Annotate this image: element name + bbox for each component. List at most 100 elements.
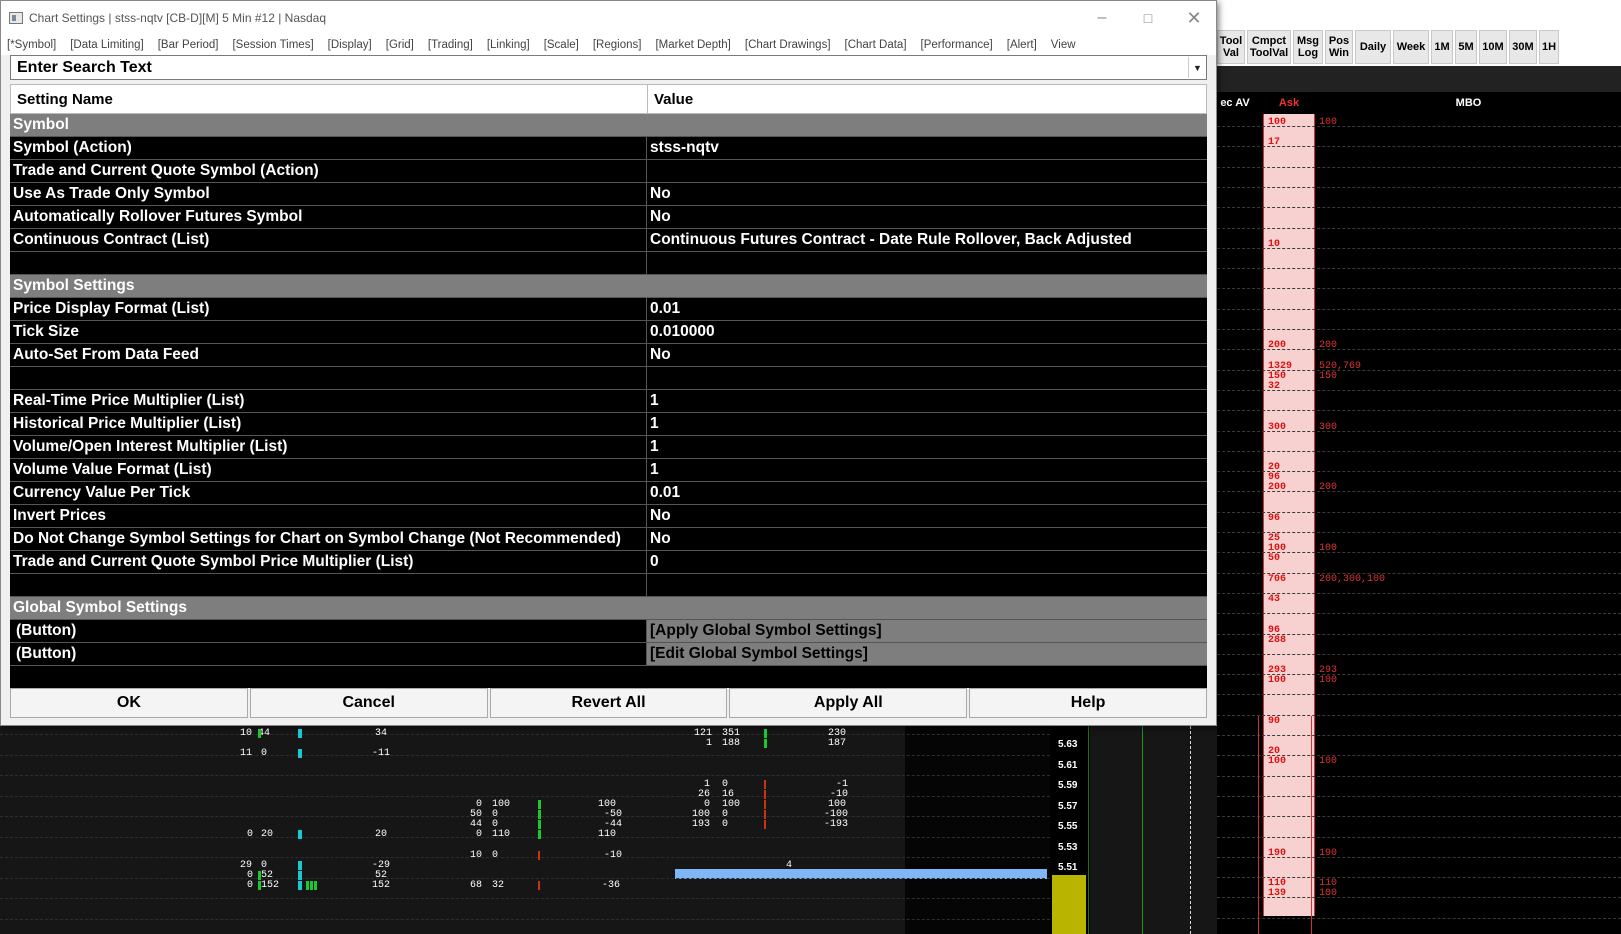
timeframe-button[interactable]: Daily <box>1355 30 1391 64</box>
timeframe-button[interactable]: Cmpct ToolVal <box>1247 30 1291 64</box>
timeframe-button[interactable]: Week <box>1393 30 1429 64</box>
setting-row[interactable]: Currency Value Per Tick 0.01 <box>10 482 1207 505</box>
maximize-icon[interactable]: □ <box>1125 1 1171 35</box>
chart-divider-green-1 <box>1088 716 1089 934</box>
setting-value <box>647 367 1207 389</box>
ask-size[interactable]: 10 <box>1268 239 1280 250</box>
setting-value[interactable]: stss-nqtv <box>647 137 1207 159</box>
ask-size[interactable]: 43 <box>1268 594 1280 605</box>
menu-item[interactable]: [Trading] <box>428 39 473 51</box>
menu-item[interactable]: [Performance] <box>921 39 993 51</box>
setting-value[interactable]: No <box>647 183 1207 205</box>
menu-item[interactable]: [Scale] <box>544 39 579 51</box>
setting-value[interactable]: 0.010000 <box>647 321 1207 343</box>
setting-row[interactable]: Real-Time Price Multiplier (List) 1 <box>10 390 1207 413</box>
menu-item[interactable]: [*Symbol] <box>7 39 56 51</box>
value-header[interactable]: Value <box>648 85 693 113</box>
ask-size[interactable]: 139 <box>1268 888 1286 899</box>
menu-item[interactable]: View <box>1051 39 1076 51</box>
setting-value[interactable]: 1 <box>647 459 1207 481</box>
ask-size[interactable]: 100 <box>1268 117 1286 128</box>
ask-size[interactable]: 200 <box>1268 340 1286 351</box>
section-header[interactable]: Symbol <box>10 114 1207 137</box>
search-input[interactable]: Enter Search Text <box>11 59 1188 77</box>
ask-size[interactable]: 100 <box>1268 756 1286 767</box>
cancel-button[interactable]: Cancel <box>249 688 488 718</box>
setting-row[interactable]: Symbol (Action) stss-nqtv <box>10 137 1207 160</box>
menu-item[interactable]: [Linking] <box>487 39 530 51</box>
chevron-down-icon[interactable]: ▼ <box>1188 57 1206 78</box>
revert-all-button[interactable]: Revert All <box>489 688 728 718</box>
setting-name-header[interactable]: Setting Name <box>11 85 648 113</box>
setting-row[interactable]: Trade and Current Quote Symbol Price Mul… <box>10 551 1207 574</box>
ask-size[interactable]: 90 <box>1268 716 1280 727</box>
action-button[interactable]: [Edit Global Symbol Settings] <box>647 643 1207 665</box>
setting-value[interactable]: No <box>647 528 1207 550</box>
minimize-icon[interactable]: – <box>1079 1 1125 35</box>
timeframe-button[interactable]: Tool Val <box>1217 30 1245 64</box>
menu-item[interactable]: [Bar Period] <box>158 39 219 51</box>
menu-item[interactable]: [Session Times] <box>232 39 313 51</box>
setting-row[interactable]: Invert Prices No <box>10 505 1207 528</box>
ask-size[interactable]: 200 <box>1268 482 1286 493</box>
setting-row[interactable]: Auto-Set From Data Feed No <box>10 344 1207 367</box>
menu-item[interactable]: [Alert] <box>1007 39 1037 51</box>
setting-value[interactable]: No <box>647 344 1207 366</box>
setting-row[interactable]: Use As Trade Only Symbol No <box>10 183 1207 206</box>
ask-size[interactable]: 96 <box>1268 513 1280 524</box>
setting-row[interactable]: Price Display Format (List) 0.01 <box>10 298 1207 321</box>
timeframe-button[interactable]: Msg Log <box>1293 30 1323 64</box>
setting-row[interactable]: Automatically Rollover Futures Symbol No <box>10 206 1207 229</box>
action-button[interactable]: [Apply Global Symbol Settings] <box>647 620 1207 642</box>
section-header[interactable]: Global Symbol Settings <box>10 597 1207 620</box>
ask-size[interactable]: 288 <box>1268 635 1286 646</box>
menu-item[interactable]: [Display] <box>328 39 372 51</box>
ask-size[interactable]: 50 <box>1268 553 1280 564</box>
setting-value[interactable]: 1 <box>647 436 1207 458</box>
setting-value[interactable]: 0.01 <box>647 298 1207 320</box>
ask-size[interactable]: 32 <box>1268 381 1280 392</box>
setting-row[interactable]: (Button) [Apply Global Symbol Settings] <box>10 620 1207 643</box>
help-button[interactable]: Help <box>969 688 1207 718</box>
setting-value[interactable]: 0.01 <box>647 482 1207 504</box>
menu-item[interactable]: [Regions] <box>593 39 642 51</box>
ask-size[interactable]: 300 <box>1268 422 1286 433</box>
setting-value[interactable]: No <box>647 206 1207 228</box>
setting-row[interactable]: Trade and Current Quote Symbol (Action) <box>10 160 1207 183</box>
timeframe-button[interactable]: 1M <box>1431 30 1453 64</box>
apply-all-button[interactable]: Apply All <box>729 688 968 718</box>
setting-value[interactable] <box>647 160 1207 182</box>
setting-row[interactable]: Volume Value Format (List) 1 <box>10 459 1207 482</box>
timeframe-button[interactable]: 5M <box>1455 30 1477 64</box>
section-header[interactable]: Symbol Settings <box>10 275 1207 298</box>
timeframe-button[interactable]: 1H <box>1539 30 1559 64</box>
setting-row[interactable]: Historical Price Multiplier (List) 1 <box>10 413 1207 436</box>
timeframe-button[interactable]: Pos Win <box>1325 30 1353 64</box>
menu-item[interactable]: [Market Depth] <box>655 39 730 51</box>
search-box[interactable]: Enter Search Text ▼ <box>10 55 1207 80</box>
setting-value[interactable]: No <box>647 505 1207 527</box>
timeframe-button[interactable]: 30M <box>1509 30 1537 64</box>
ask-size[interactable]: 706 <box>1268 574 1286 585</box>
ask-size[interactable]: 17 <box>1268 137 1280 148</box>
ask-size[interactable]: 190 <box>1268 848 1286 859</box>
setting-value[interactable]: 0 <box>647 551 1207 573</box>
setting-row[interactable]: Continuous Contract (List) Continuous Fut… <box>10 229 1207 252</box>
setting-value[interactable]: 1 <box>647 413 1207 435</box>
price-ladder[interactable]: ec AV Ask MBO 100 17 10 200 1329 150 32 300 20 96… <box>1217 92 1621 934</box>
setting-row[interactable]: Volume/Open Interest Multiplier (List) 1 <box>10 436 1207 459</box>
ask-size[interactable]: 100 <box>1268 675 1286 686</box>
setting-row[interactable]: (Button) [Edit Global Symbol Settings] <box>10 643 1207 666</box>
close-icon[interactable]: ✕ <box>1171 1 1217 35</box>
menu-item[interactable]: [Data Limiting] <box>70 39 144 51</box>
setting-value[interactable]: 1 <box>647 390 1207 412</box>
setting-row[interactable]: Tick Size 0.010000 <box>10 321 1207 344</box>
title-bar[interactable]: Chart Settings | stss-nqtv [CB-D][M] 5 M… <box>1 1 1216 35</box>
menu-item[interactable]: [Grid] <box>386 39 414 51</box>
setting-row[interactable]: Do Not Change Symbol Settings for Chart … <box>10 528 1207 551</box>
timeframe-button[interactable]: 10M <box>1479 30 1507 64</box>
setting-value[interactable]: Continuous Futures Contract - Date Rule … <box>647 229 1207 251</box>
menu-item[interactable]: [Chart Drawings] <box>745 39 831 51</box>
menu-item[interactable]: [Chart Data] <box>845 39 907 51</box>
ok-button[interactable]: OK <box>10 688 248 718</box>
